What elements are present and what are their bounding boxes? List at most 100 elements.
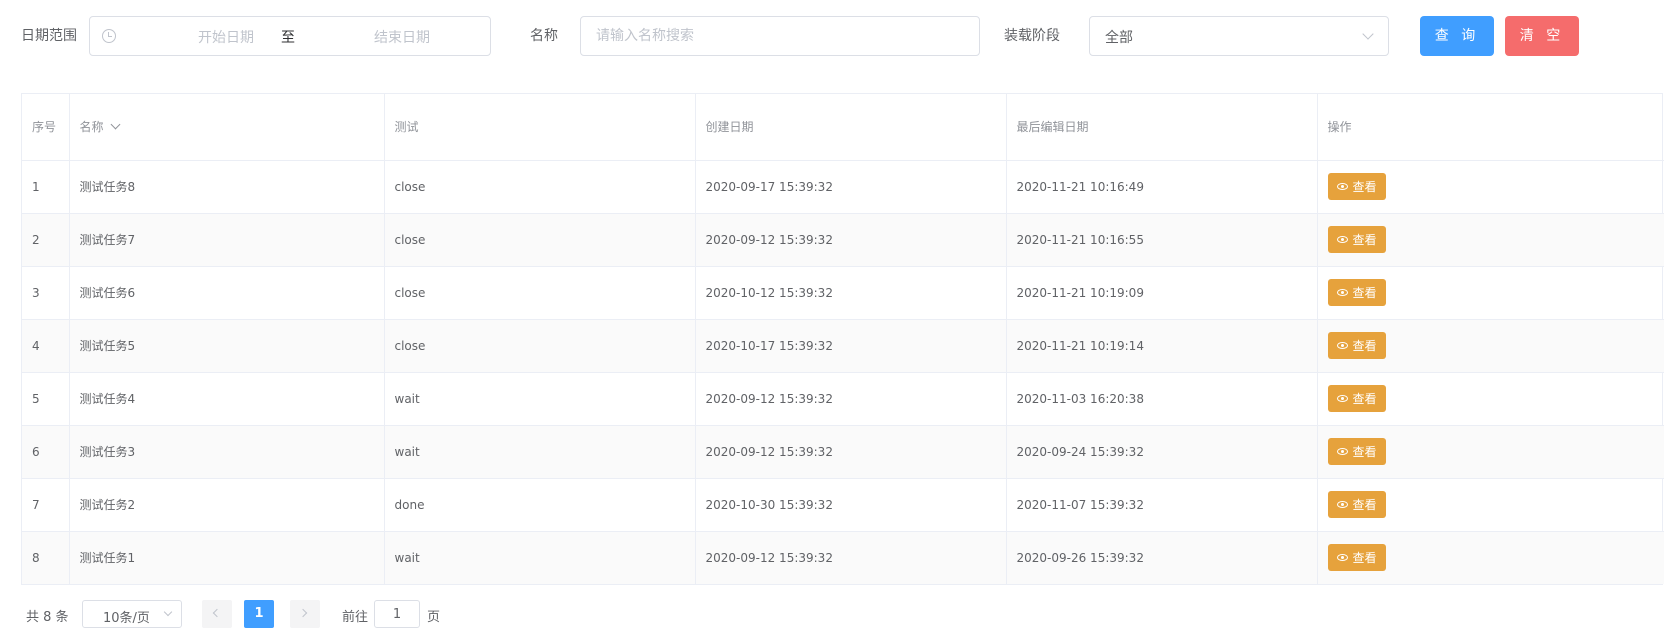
- cell-index: 5: [22, 372, 70, 426]
- cell-created: 2020-10-17 15:39:32: [695, 319, 1007, 373]
- name-search-input[interactable]: [580, 16, 980, 56]
- cell-actions: 查看: [1317, 531, 1664, 584]
- cell-test: close: [384, 213, 696, 267]
- cell-actions: 查看: [1317, 372, 1664, 426]
- cell-name: 测试任务4: [69, 372, 385, 426]
- table-row: 1 测试任务8 close 2020-09-17 15:39:32 2020-1…: [22, 160, 1664, 214]
- column-header-created: 创建日期: [695, 94, 1007, 161]
- eye-icon: [1336, 501, 1348, 508]
- cell-created: 2020-09-12 15:39:32: [695, 531, 1007, 584]
- cell-actions: 查看: [1317, 425, 1664, 479]
- chevron-down-icon: [1362, 28, 1374, 40]
- goto-page-input[interactable]: [374, 600, 420, 628]
- view-button[interactable]: 查看: [1327, 226, 1386, 253]
- eye-icon: [1336, 183, 1348, 190]
- cell-actions: 查看: [1317, 266, 1664, 320]
- table-header-row: 序号 名称 测试 创建日期 最后编辑日期 操作: [22, 94, 1664, 161]
- cell-actions: 查看: [1317, 213, 1664, 267]
- column-header-name[interactable]: 名称: [69, 94, 385, 161]
- goto-label: 前往: [342, 610, 369, 625]
- view-button[interactable]: 查看: [1327, 544, 1386, 572]
- task-table: 序号 名称 测试 创建日期 最后编辑日期 操作 1 测试任务8 close 20…: [21, 93, 1664, 585]
- chevron-down-icon[interactable]: [110, 119, 120, 130]
- cell-edited: 2020-11-21 10:19:14: [1006, 319, 1318, 373]
- cell-edited: 2020-11-21 10:16:55: [1006, 213, 1318, 267]
- view-button[interactable]: 查看: [1327, 491, 1386, 518]
- filter-bar: 日期范围 开始日期 至 结束日期 名称 装载阶段 全部 查 询 清 空: [0, 0, 1673, 75]
- column-header-test: 测试: [384, 94, 696, 161]
- query-button[interactable]: 查 询: [1420, 16, 1494, 56]
- cell-test: close: [384, 319, 696, 373]
- cell-test: close: [384, 266, 696, 320]
- stage-select[interactable]: 全部: [1089, 16, 1389, 56]
- cell-index: 3: [22, 266, 70, 320]
- table-row: 4 测试任务5 close 2020-10-17 15:39:32 2020-1…: [22, 319, 1664, 373]
- cell-edited: 2020-11-21 10:16:49: [1006, 160, 1318, 214]
- cell-actions: 查看: [1317, 160, 1664, 214]
- range-separator: 至: [281, 30, 295, 46]
- cell-index: 2: [22, 213, 70, 267]
- cell-name: 测试任务5: [69, 319, 385, 373]
- pagination: 共 8 条 10条/页 1 前往 页: [21, 600, 1021, 628]
- cell-name: 测试任务8: [69, 160, 385, 214]
- view-button[interactable]: 查看: [1327, 332, 1386, 359]
- cell-edited: 2020-09-24 15:39:32: [1006, 425, 1318, 479]
- date-range-label: 日期范围: [21, 28, 77, 44]
- cell-edited: 2020-11-21 10:19:09: [1006, 266, 1318, 320]
- eye-icon: [1336, 554, 1348, 562]
- cell-index: 4: [22, 319, 70, 373]
- column-header-index: 序号: [22, 94, 70, 161]
- cell-created: 2020-10-12 15:39:32: [695, 266, 1007, 320]
- cell-index: 8: [22, 531, 70, 584]
- eye-icon: [1336, 289, 1348, 296]
- cell-name: 测试任务6: [69, 266, 385, 320]
- view-button[interactable]: 查看: [1327, 385, 1386, 412]
- clear-button[interactable]: 清 空: [1505, 16, 1579, 56]
- chevron-right-icon: [298, 608, 308, 618]
- total-count: 共 8 条: [26, 610, 69, 625]
- page-number-current[interactable]: 1: [244, 600, 274, 628]
- cell-test: wait: [384, 372, 696, 426]
- cell-edited: 2020-11-03 16:20:38: [1006, 372, 1318, 426]
- table-row: 7 测试任务2 done 2020-10-30 15:39:32 2020-11…: [22, 478, 1664, 532]
- cell-test: done: [384, 478, 696, 532]
- page: 日期范围 开始日期 至 结束日期 名称 装载阶段 全部 查 询 清 空: [0, 0, 1673, 637]
- stage-select-value: 全部: [1105, 30, 1133, 46]
- next-page-button[interactable]: [290, 600, 320, 628]
- table-row: 5 测试任务4 wait 2020-09-12 15:39:32 2020-11…: [22, 372, 1664, 426]
- page-size-value: 10条/页: [103, 611, 150, 626]
- cell-name: 测试任务1: [69, 531, 385, 584]
- cell-created: 2020-09-12 15:39:32: [695, 425, 1007, 479]
- prev-page-button[interactable]: [202, 600, 232, 628]
- cell-name: 测试任务3: [69, 425, 385, 479]
- cell-edited: 2020-11-07 15:39:32: [1006, 478, 1318, 532]
- table-row: 8 测试任务1 wait 2020-09-12 15:39:32 2020-09…: [22, 531, 1664, 584]
- date-range-picker[interactable]: 开始日期 至 结束日期: [89, 16, 491, 56]
- cell-actions: 查看: [1317, 478, 1664, 532]
- cell-edited: 2020-09-26 15:39:32: [1006, 531, 1318, 584]
- cell-created: 2020-09-12 15:39:32: [695, 213, 1007, 267]
- eye-icon: [1336, 342, 1348, 349]
- eye-icon: [1336, 448, 1348, 455]
- cell-index: 6: [22, 425, 70, 479]
- page-unit-label: 页: [427, 610, 441, 625]
- table-row: 3 测试任务6 close 2020-10-12 15:39:32 2020-1…: [22, 266, 1664, 320]
- cell-created: 2020-10-30 15:39:32: [695, 478, 1007, 532]
- view-button[interactable]: 查看: [1327, 173, 1386, 200]
- name-label: 名称: [530, 28, 558, 44]
- eye-icon: [1336, 395, 1348, 402]
- stage-label: 装载阶段: [1004, 28, 1060, 44]
- cell-test: close: [384, 160, 696, 214]
- chevron-down-icon: [163, 607, 173, 617]
- eye-icon: [1336, 236, 1348, 243]
- view-button[interactable]: 查看: [1327, 438, 1386, 465]
- chevron-left-icon: [212, 608, 222, 618]
- table-row: 6 测试任务3 wait 2020-09-12 15:39:32 2020-09…: [22, 425, 1664, 479]
- column-header-edited: 最后编辑日期: [1006, 94, 1318, 161]
- end-date-input[interactable]: 结束日期: [342, 27, 462, 47]
- view-button[interactable]: 查看: [1327, 279, 1386, 306]
- column-header-actions: 操作: [1317, 94, 1664, 161]
- cell-test: wait: [384, 531, 696, 584]
- page-size-select[interactable]: 10条/页: [82, 600, 182, 628]
- cell-created: 2020-09-17 15:39:32: [695, 160, 1007, 214]
